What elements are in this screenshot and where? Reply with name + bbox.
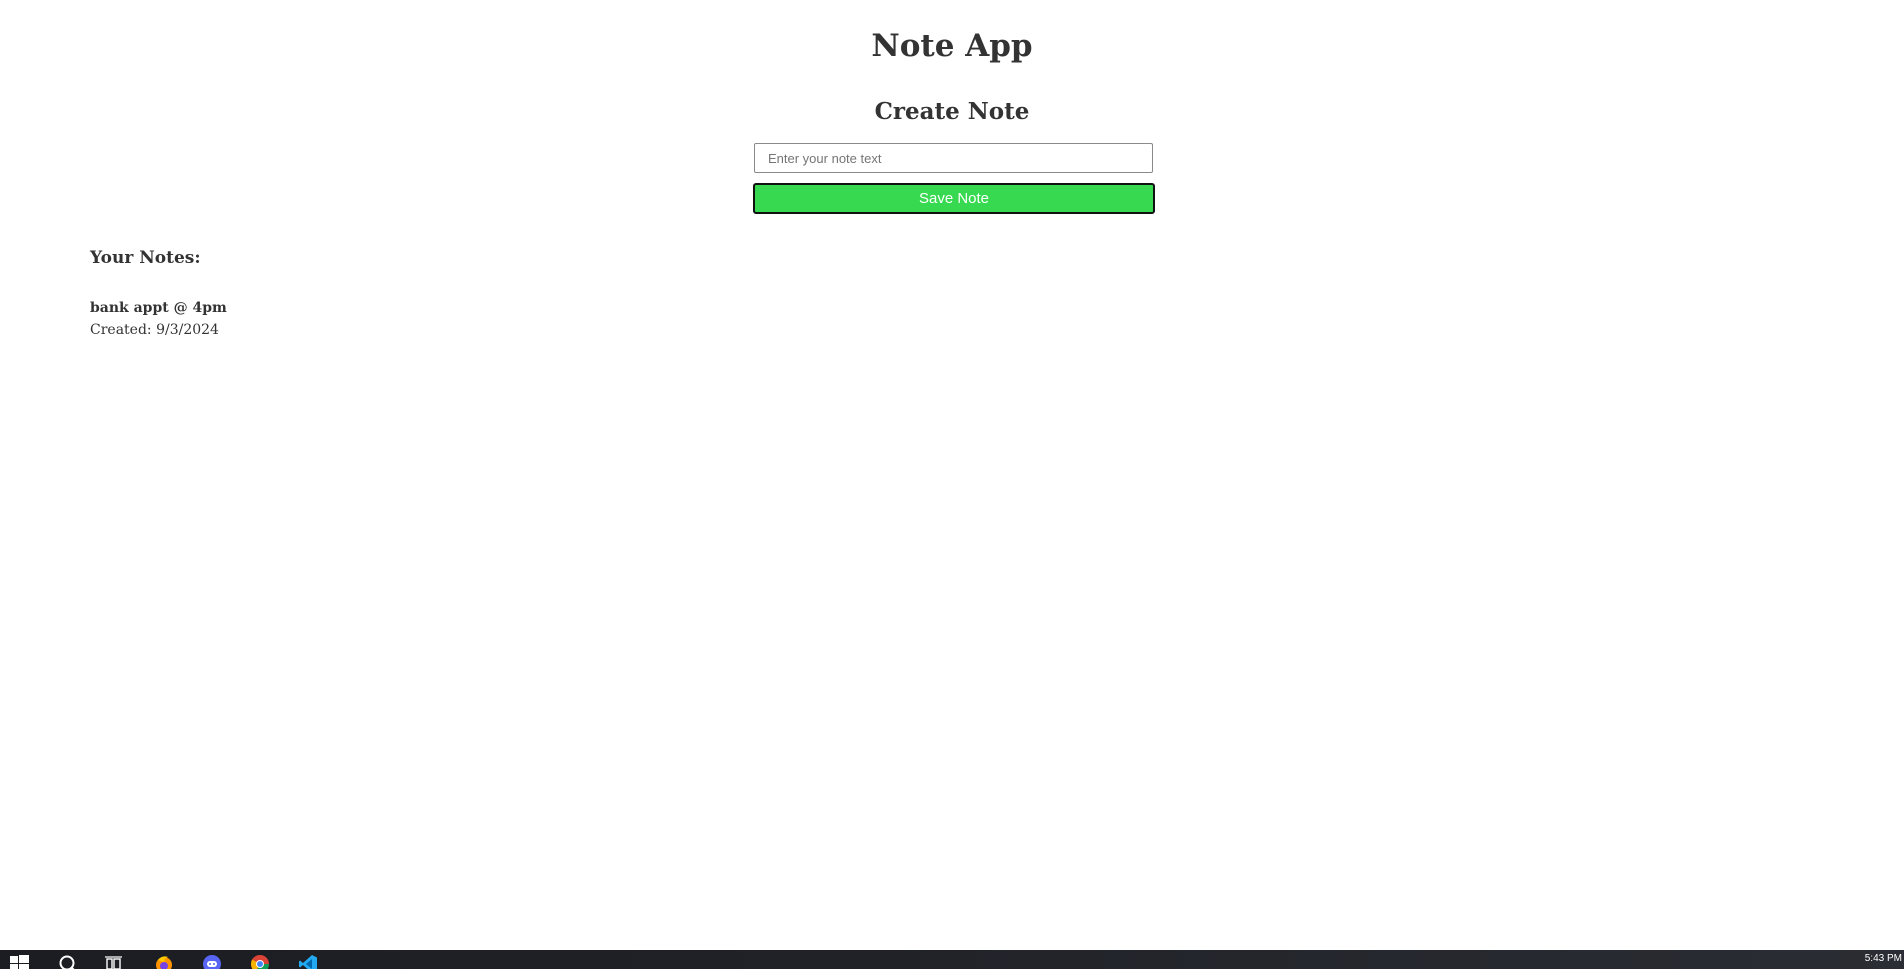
vscode-icon[interactable] — [298, 954, 318, 969]
taskbar: 5:43 PM — [0, 950, 1904, 969]
page: Note App Create Note Save Note Your Note… — [0, 0, 1904, 950]
app-title: Note App — [871, 28, 1033, 64]
chrome-icon[interactable] — [250, 954, 270, 969]
note-text-input[interactable] — [754, 143, 1153, 173]
firefox-icon[interactable] — [154, 954, 174, 969]
save-note-button[interactable]: Save Note — [753, 183, 1155, 214]
note-text: bank appt @ 4pm — [90, 300, 227, 316]
discord-icon[interactable] — [202, 954, 222, 969]
create-note-heading: Create Note — [874, 98, 1030, 125]
task-view-icon[interactable] — [104, 954, 124, 969]
taskbar-clock[interactable]: 5:43 PM — [1865, 953, 1902, 965]
search-icon[interactable] — [58, 954, 78, 969]
note-created-date: Created: 9/3/2024 — [90, 322, 219, 338]
note-item: bank appt @ 4pm Created: 9/3/2024 — [90, 297, 227, 341]
your-notes-heading: Your Notes: — [90, 248, 201, 268]
windows-start-icon[interactable] — [10, 954, 30, 969]
